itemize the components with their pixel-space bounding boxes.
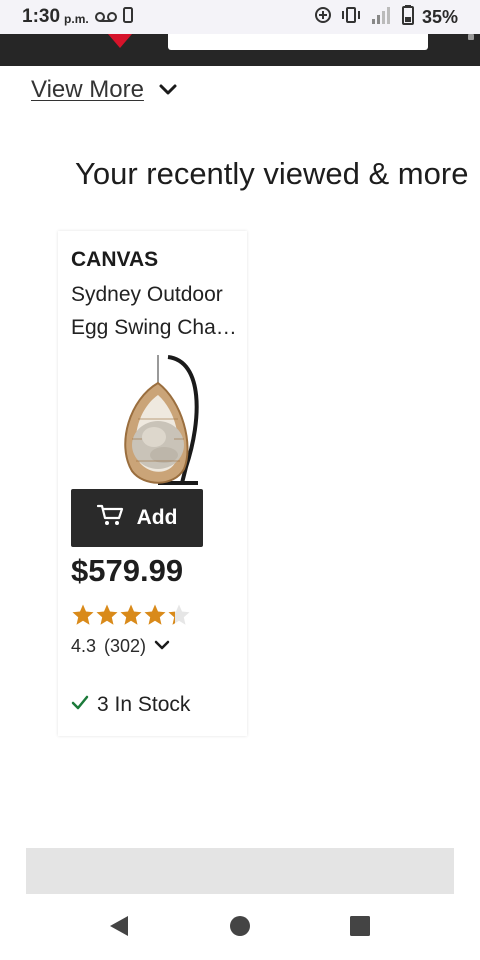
- view-more-button[interactable]: View More: [31, 76, 178, 104]
- bottom-banner: [26, 848, 454, 894]
- voicemail-icon: [94, 7, 117, 28]
- stock-label: 3 In Stock: [97, 693, 191, 716]
- chevron-down-icon[interactable]: [154, 636, 170, 657]
- star-icon: [71, 603, 95, 632]
- star-half-icon: [167, 603, 191, 632]
- checkmark-icon: [71, 693, 89, 717]
- product-image[interactable]: [98, 349, 208, 489]
- app-header: [0, 34, 480, 66]
- chevron-down-icon: [158, 76, 178, 104]
- home-icon[interactable]: [229, 914, 251, 943]
- signal-icon: [370, 5, 394, 30]
- phone-icon: [122, 6, 133, 28]
- back-icon[interactable]: [108, 914, 130, 943]
- view-more-label: View More: [31, 76, 144, 103]
- star-rating: [71, 603, 191, 632]
- review-count: (302): [104, 636, 147, 656]
- product-price: $579.99: [71, 553, 184, 588]
- rating-summary[interactable]: 4.3 (302): [71, 636, 170, 657]
- product-brand: CANVAS: [71, 248, 159, 271]
- add-button-label: Add: [136, 506, 178, 529]
- status-ampm: p.m.: [64, 12, 89, 26]
- cart-icon: [96, 503, 125, 533]
- search-input[interactable]: [168, 34, 428, 50]
- product-card[interactable]: CANVAS Sydney Outdoor Egg Swing Cha… Add…: [58, 231, 247, 736]
- system-nav-bar: [0, 896, 480, 960]
- star-icon: [143, 603, 167, 632]
- status-time: 1:30: [22, 6, 61, 27]
- data-saver-icon: [314, 6, 332, 29]
- star-icon: [119, 603, 143, 632]
- vibrate-icon: [340, 6, 362, 28]
- brand-logo-icon[interactable]: [108, 34, 132, 48]
- product-name[interactable]: Sydney Outdoor Egg Swing Cha…: [71, 278, 241, 344]
- star-icon: [95, 603, 119, 632]
- battery-icon: [401, 4, 414, 30]
- rating-value: 4.3: [71, 636, 97, 656]
- section-title: Your recently viewed & more: [75, 156, 469, 191]
- add-to-cart-button[interactable]: Add: [71, 489, 203, 547]
- battery-percent: 35%: [421, 6, 458, 27]
- status-bar: 1:30 p.m. 35%: [0, 0, 480, 34]
- header-edge-icon: [468, 34, 474, 40]
- stock-status: 3 In Stock: [71, 693, 190, 717]
- recents-icon[interactable]: [349, 914, 371, 943]
